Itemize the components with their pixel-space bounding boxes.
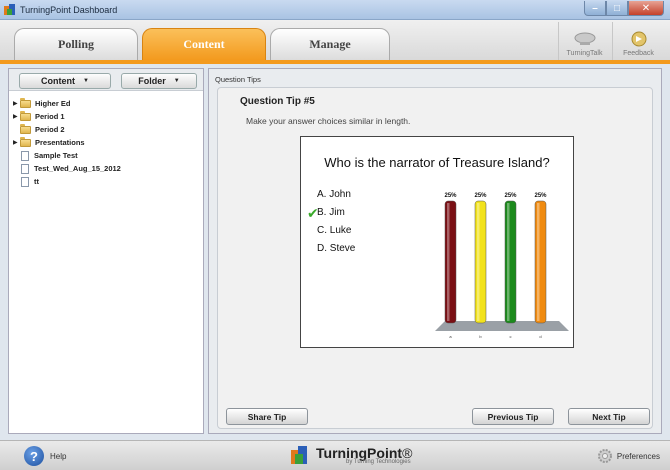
- brand-byline: by Turning Technologies: [346, 458, 411, 465]
- tree-item-label: Presentations: [35, 138, 85, 147]
- chart-bar-highlight: [537, 203, 540, 321]
- expand-arrow-icon[interactable]: ▶: [13, 100, 20, 107]
- chart-bar-d: [534, 200, 547, 324]
- tree-item-test-wed[interactable]: Test_Wed_Aug_15_2012: [13, 162, 199, 175]
- chart-data-label: 25%: [534, 193, 547, 199]
- correct-checkmark-icon: ✔: [307, 205, 319, 221]
- response-bar-chart: 25% a 25% b 25% c 25% d: [435, 193, 569, 339]
- window-title: TurningPoint Dashboard: [20, 5, 118, 15]
- content-tree: ▶ Higher Ed ▶ Period 1 Period 2 ▶ Presen…: [9, 91, 203, 194]
- tree-item-presentations[interactable]: ▶ Presentations: [13, 136, 199, 149]
- folder-dropdown-label: Folder: [138, 76, 166, 86]
- content-tree-panel: Content ▼ Folder ▼ ▶ Higher Ed ▶ Period …: [8, 68, 204, 434]
- share-tip-button[interactable]: Share Tip: [226, 408, 308, 425]
- title-bar: TurningPoint Dashboard – □ ✕: [0, 0, 670, 20]
- gear-icon: [597, 449, 612, 463]
- chart-category-label: a: [449, 334, 452, 339]
- main-tab-bar: Polling Content Manage TurningTalk Feedb…: [0, 20, 670, 64]
- chart-category-label: d: [539, 334, 541, 339]
- answer-d: D. Steve: [317, 243, 355, 261]
- previous-tip-button[interactable]: Previous Tip: [472, 408, 554, 425]
- answer-text: C. Luke: [317, 225, 352, 236]
- chart-bar-c: [504, 200, 517, 324]
- tree-item-label: Period 2: [35, 125, 65, 134]
- folder-icon: [20, 97, 31, 108]
- chevron-down-icon: ▼: [173, 78, 180, 84]
- preferences-button[interactable]: Preferences: [597, 448, 660, 464]
- tree-item-tt[interactable]: tt: [13, 175, 199, 188]
- tab-content[interactable]: Content: [142, 28, 266, 60]
- expand-arrow-icon[interactable]: ▶: [13, 113, 20, 120]
- tree-item-period-1[interactable]: ▶ Period 1: [13, 110, 199, 123]
- chart-bar-a: [444, 200, 457, 324]
- section-label: Question Tips: [215, 75, 261, 84]
- tree-item-higher-ed[interactable]: ▶ Higher Ed: [13, 97, 199, 110]
- help-label: Help: [50, 451, 67, 461]
- maximize-button[interactable]: □: [606, 1, 628, 16]
- expand-arrow-icon[interactable]: ▶: [13, 139, 20, 146]
- folder-icon: [20, 110, 31, 121]
- tip-description: Make your answer choices similar in leng…: [246, 116, 411, 126]
- help-button[interactable]: ? Help: [24, 446, 66, 466]
- answer-text: A. John: [317, 189, 351, 200]
- folder-icon: [20, 123, 31, 134]
- tree-item-sample-test[interactable]: Sample Test: [13, 149, 199, 162]
- tab-polling[interactable]: Polling: [14, 28, 138, 60]
- feedback-label: Feedback: [623, 50, 654, 57]
- turningpoint-logo: TurningPoint® by Turning Technologies: [290, 444, 412, 466]
- folder-icon: [20, 136, 31, 147]
- chart-category-label: b: [479, 334, 482, 339]
- chart-category-label: c: [510, 334, 512, 339]
- footer-bar: ? Help TurningPoint® by Turning Technolo…: [0, 440, 670, 470]
- answer-b: ✔ B. Jim: [307, 205, 355, 225]
- tree-item-label: Test_Wed_Aug_15_2012: [34, 164, 121, 173]
- chart-bar-highlight: [477, 203, 480, 321]
- turningtalk-icon: [574, 32, 595, 45]
- tree-item-label: tt: [34, 177, 39, 186]
- tab-manage[interactable]: Manage: [270, 28, 390, 60]
- folder-dropdown[interactable]: Folder ▼: [121, 73, 197, 89]
- tip-title: Question Tip #5: [240, 96, 315, 107]
- answer-text: B. Jim: [317, 207, 345, 218]
- answer-list: A. John ✔ B. Jim C. Luke D. Steve: [307, 189, 355, 261]
- turningtalk-button[interactable]: TurningTalk: [558, 22, 610, 60]
- tip-card: Question Tip #5 Make your answer choices…: [217, 87, 653, 429]
- chart-bar-b: [474, 200, 487, 324]
- tree-item-label: Period 1: [35, 112, 65, 121]
- content-dropdown-label: Content: [41, 76, 76, 86]
- preferences-label: Preferences: [616, 451, 660, 461]
- chart-bar-highlight: [447, 203, 450, 321]
- close-button[interactable]: ✕: [628, 1, 664, 16]
- document-icon: [21, 163, 29, 174]
- chevron-down-icon: ▼: [83, 78, 89, 84]
- feedback-button[interactable]: Feedback: [612, 22, 664, 60]
- tree-item-label: Higher Ed: [35, 99, 71, 108]
- turningpoint-app-icon: [4, 4, 15, 15]
- chart-data-label: 25%: [474, 193, 487, 199]
- next-tip-button[interactable]: Next Tip: [568, 408, 650, 425]
- question-tips-panel: Question Tips Question Tip #5 Make your …: [208, 68, 662, 434]
- feedback-icon: [631, 31, 646, 47]
- chart-data-label: 25%: [504, 193, 517, 199]
- chart-data-label: 25%: [444, 193, 457, 199]
- minimize-button[interactable]: –: [584, 1, 606, 16]
- turningpoint-logo-icon: [291, 446, 307, 464]
- sample-slide: Who is the narrator of Treasure Island? …: [300, 136, 574, 348]
- slide-question: Who is the narrator of Treasure Island?: [324, 155, 550, 170]
- tree-item-period-2[interactable]: Period 2: [13, 123, 199, 136]
- answer-text: D. Steve: [317, 243, 356, 254]
- tree-item-label: Sample Test: [34, 151, 78, 160]
- answer-a: A. John: [317, 189, 355, 207]
- chart-bar-highlight: [507, 203, 510, 321]
- content-dropdown[interactable]: Content ▼: [19, 73, 111, 89]
- tree-toolbar: Content ▼ Folder ▼: [9, 69, 203, 91]
- help-icon: ?: [24, 446, 44, 466]
- answer-c: C. Luke: [317, 225, 355, 243]
- document-icon: [21, 150, 29, 161]
- document-icon: [21, 176, 29, 187]
- turningtalk-label: TurningTalk: [566, 50, 603, 57]
